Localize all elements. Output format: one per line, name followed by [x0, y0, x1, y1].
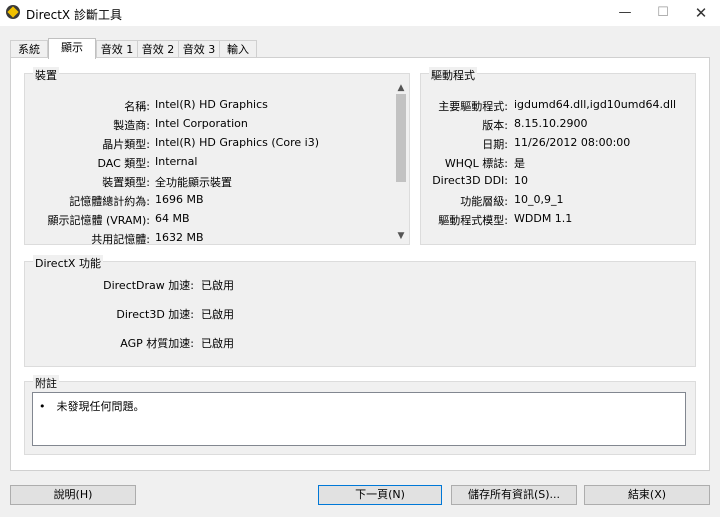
driver-row-main: 主要驅動程式: igdumd64.dll,igd10umd64.dll [438, 98, 677, 113]
bullet-icon: • [39, 400, 46, 413]
exit-button[interactable]: 結束(X) [584, 485, 710, 505]
device-list-scrollbar[interactable]: ▲ ▼ [394, 80, 408, 244]
device-group-title: 裝置 [33, 67, 59, 83]
driver-row-date: 日期: 11/26/2012 08:00:00 [482, 136, 631, 151]
scroll-up-arrow-icon[interactable]: ▲ [394, 82, 408, 94]
device-row-total-memory: 記憶體總計約為: 1696 MB [69, 193, 204, 208]
drivers-group-title: 驅動程式 [429, 67, 477, 83]
device-row-device-type: 裝置類型: 全功能顯示裝置 [102, 176, 232, 189]
driver-row-d3d-ddi: Direct3D DDI: 10 [432, 174, 528, 187]
device-row-shared-memory: 共用記憶體: 1632 MB [91, 231, 204, 246]
driver-row-model: 驅動程式模型: WDDM 1.1 [438, 212, 573, 227]
directdraw-accel-row: DirectDraw 加速: 已啟用 [103, 279, 234, 292]
title-bar: DirectX 診斷工具 — ☐ ✕ [0, 0, 720, 26]
notes-textbox[interactable]: • 未發現任何問題。 [32, 392, 686, 446]
tab-display[interactable]: 顯示 [48, 38, 96, 59]
agp-texture-accel-row: AGP 材質加速: 已啟用 [120, 337, 234, 350]
tab-sound-2[interactable]: 音效 2 [137, 40, 179, 58]
scroll-down-arrow-icon[interactable]: ▼ [394, 230, 408, 242]
notes-group-title: 附註 [33, 375, 59, 391]
device-row-dac-type: DAC 類型: Internal [97, 155, 198, 170]
device-row-manufacturer: 製造商: Intel Corporation [113, 117, 248, 132]
tab-input[interactable]: 輸入 [219, 40, 257, 58]
window-title: DirectX 診斷工具 [26, 8, 122, 22]
help-button[interactable]: 說明(H) [10, 485, 136, 505]
driver-row-version: 版本: 8.15.10.2900 [482, 117, 588, 132]
tab-sound-3[interactable]: 音效 3 [178, 40, 220, 58]
note-item: • 未發現任何問題。 [39, 398, 145, 414]
note-text: 未發現任何問題。 [56, 400, 145, 413]
minimize-button[interactable]: — [610, 4, 640, 22]
tab-system[interactable]: 系統 [10, 40, 48, 58]
scroll-thumb[interactable] [396, 94, 406, 182]
directx-app-icon [6, 5, 20, 19]
save-all-info-button[interactable]: 儲存所有資訊(S)... [451, 485, 577, 505]
device-row-vram: 顯示記憶體 (VRAM): 64 MB [47, 212, 190, 227]
device-row-chip-type: 晶片類型: Intel(R) HD Graphics (Core i3) [102, 136, 319, 151]
tab-sound-1[interactable]: 音效 1 [96, 40, 138, 58]
driver-row-whql: WHQL 標誌: 是 [444, 157, 525, 170]
device-row-name: 名稱: Intel(R) HD Graphics [124, 98, 268, 113]
close-button[interactable]: ✕ [686, 4, 716, 22]
directx-features-title: DirectX 功能 [33, 255, 103, 271]
direct3d-accel-row: Direct3D 加速: 已啟用 [116, 308, 234, 321]
maximize-button[interactable]: ☐ [648, 4, 678, 22]
driver-row-feature-levels: 功能層級: 10_0,9_1 [460, 193, 564, 208]
next-page-button[interactable]: 下一頁(N) [318, 485, 442, 505]
